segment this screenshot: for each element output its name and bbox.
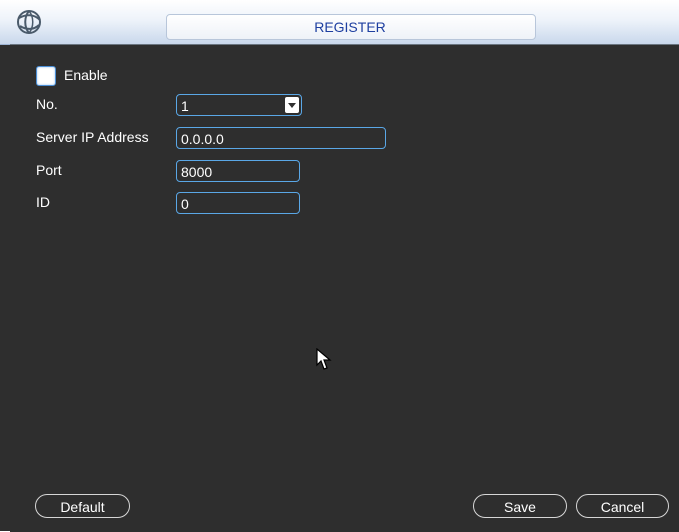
cancel-button[interactable]: Cancel <box>576 494 669 518</box>
register-dialog: REGISTER Enable No. 1 Server IP Address … <box>0 0 679 532</box>
title-bar: REGISTER <box>0 0 679 45</box>
globe-logo-icon <box>17 10 41 34</box>
mouse-pointer-icon <box>316 348 332 370</box>
port-field[interactable]: 8000 <box>176 160 300 182</box>
server-ip-label: Server IP Address <box>36 129 149 145</box>
dialog-title: REGISTER <box>314 19 386 35</box>
no-select-value: 1 <box>181 98 189 114</box>
enable-label: Enable <box>64 67 108 83</box>
no-select[interactable]: 1 <box>176 94 302 116</box>
enable-checkbox[interactable] <box>36 66 56 86</box>
chevron-down-icon[interactable] <box>285 97 299 113</box>
id-label: ID <box>36 194 50 210</box>
settings-panel <box>10 44 679 532</box>
id-field[interactable]: 0 <box>176 192 300 214</box>
port-label: Port <box>36 162 62 178</box>
server-ip-field[interactable]: 0.0.0.0 <box>176 127 386 149</box>
save-button[interactable]: Save <box>473 494 567 518</box>
no-label: No. <box>36 96 58 112</box>
default-button[interactable]: Default <box>35 494 130 518</box>
